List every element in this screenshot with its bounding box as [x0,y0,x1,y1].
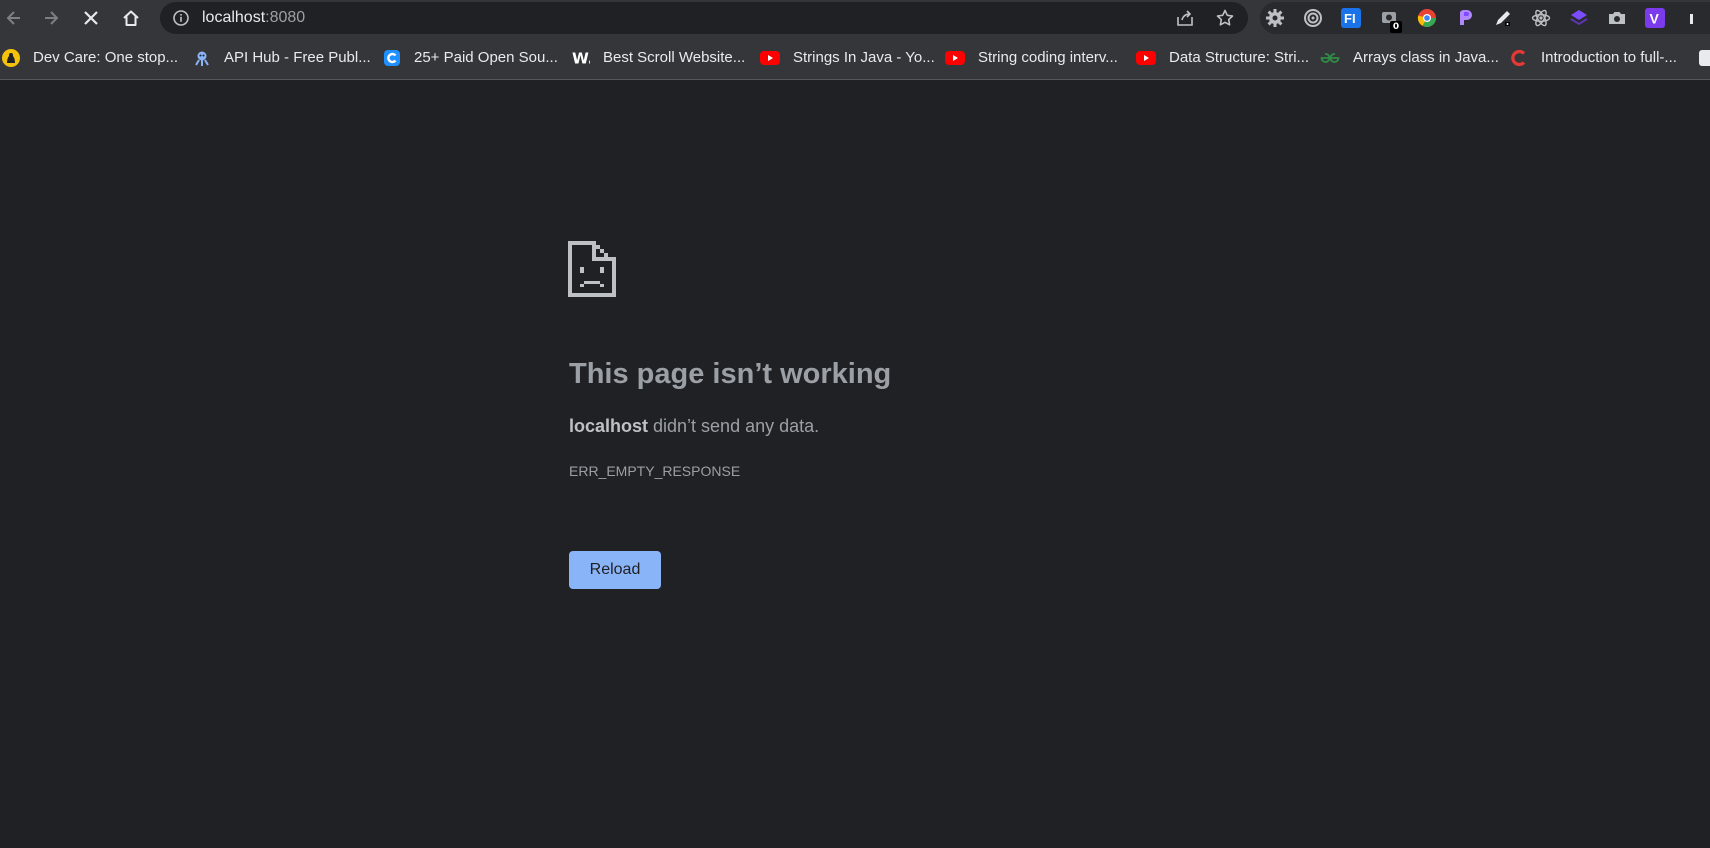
bookmark-best-scroll[interactable]: W. Best Scroll Website... [572,36,745,79]
bookmark-overflow[interactable] [1698,36,1710,79]
forward-button[interactable] [37,4,65,32]
bookmark-introduction-full[interactable]: Introduction to full-... [1510,36,1677,79]
apihub-icon [193,49,211,67]
stop-button[interactable] [77,4,105,32]
gfg-icon [1320,49,1340,67]
url-text[interactable]: localhost:8080 [202,9,305,27]
youtube-icon [945,49,965,67]
error-description: localhost didn’t send any data. [569,414,819,438]
bookmark-paid-open-source[interactable]: 25+ Paid Open Sou... [383,36,558,79]
bookmark-label: Strings In Java - Yo... [793,49,935,66]
reload-button[interactable]: Reload [569,551,661,589]
error-title: This page isn’t working [569,358,892,390]
arrow-right-icon [45,11,59,25]
bookmark-label: 25+ Paid Open Sou... [414,49,558,66]
address-bar[interactable]: localhost:8080 [160,2,1248,34]
gear-extension-icon[interactable] [1264,7,1286,29]
bookmark-label: API Hub - Free Publ... [224,49,371,66]
svg-text:W.: W. [572,49,590,67]
star-icon[interactable] [1214,7,1236,29]
close-icon [84,11,98,25]
bookmark-label: Arrays class in Java... [1353,49,1499,66]
extensions-strip: FI 0 V [1260,2,1710,34]
youtube-icon [760,49,780,67]
bookmark-label: Introduction to full-... [1541,49,1677,66]
bookmark-label: String coding interv... [978,49,1118,66]
camera-extension-icon[interactable] [1606,7,1628,29]
home-button[interactable] [117,4,145,32]
info-icon[interactable] [172,9,190,32]
bookmark-arrays-class[interactable]: Arrays class in Java... [1320,36,1499,79]
bookmark-label: Best Scroll Website... [603,49,746,66]
svg-text:FI: FI [1344,11,1356,26]
url-port: :8080 [265,9,306,26]
error-message: didn’t send any data. [648,416,820,436]
w-icon: W. [572,49,590,67]
bookmark-api-hub[interactable]: API Hub - Free Publ... [193,36,371,79]
bookmark-label: Dev Care: One stop... [33,49,179,66]
purple-extension-icon[interactable] [1454,7,1476,29]
fi-extension-icon[interactable]: FI [1340,7,1362,29]
codehelp-icon [1510,49,1528,67]
bookmark-data-structure[interactable]: Data Structure: Stri... [1136,36,1309,79]
target-extension-icon[interactable] [1302,7,1324,29]
chrome-color-extension-icon[interactable] [1416,7,1438,29]
c-icon [383,49,401,67]
home-icon [123,10,139,26]
bookmark-dev-care[interactable]: Dev Care: One stop... [2,36,178,79]
bookmarks-bar: Dev Care: One stop... API Hub - Free Pub… [0,36,1710,80]
svg-text:V: V [1650,11,1660,27]
bookmark-strings-in-java[interactable]: Strings In Java - Yo... [760,36,935,79]
devcare-icon [2,48,20,67]
url-host: localhost [202,9,266,26]
bookmark-overflow-icon [1698,49,1710,67]
extension-badge-count: 0 [1390,21,1402,33]
youtube-icon [1136,49,1156,67]
layers-extension-icon[interactable] [1568,7,1590,29]
sad-document-icon [568,241,616,297]
camera-badge-extension-icon[interactable]: 0 [1378,7,1402,33]
error-code: ERR_EMPTY_RESPONSE [569,463,741,479]
react-extension-icon[interactable] [1530,7,1552,29]
back-button[interactable] [0,4,28,32]
bookmark-string-coding[interactable]: String coding interv... [945,36,1118,79]
share-icon[interactable] [1174,7,1196,29]
pen-extension-icon[interactable] [1492,7,1514,29]
menu-icon[interactable] [1678,7,1700,29]
v-extension-icon[interactable]: V [1644,7,1666,29]
arrow-left-icon [6,11,20,25]
browser-toolbar: localhost:8080 FI 0 V [0,0,1710,36]
error-host: localhost [569,416,649,436]
bookmark-label: Data Structure: Stri... [1169,49,1310,66]
